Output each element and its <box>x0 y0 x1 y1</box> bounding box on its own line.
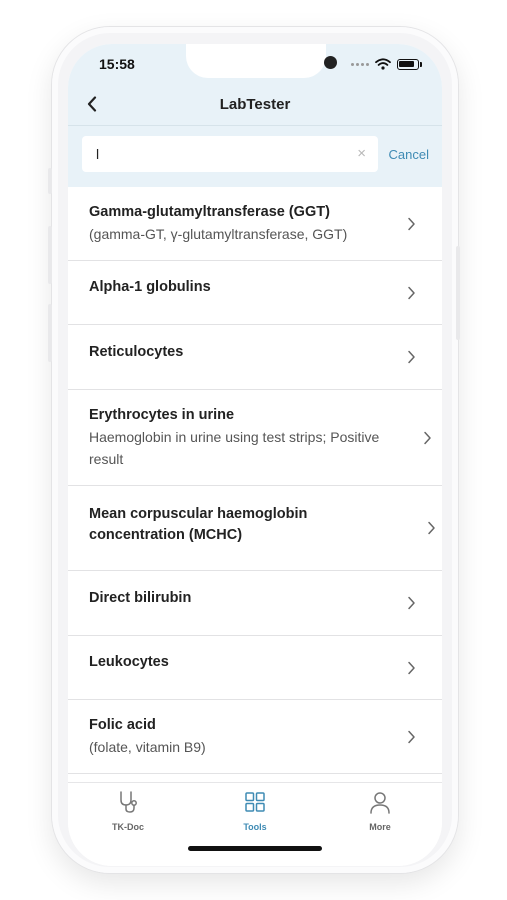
list-item[interactable]: Reticulocytes <box>68 325 442 390</box>
list-item-title: Gamma-glutamyltransferase (GGT) <box>89 204 330 220</box>
list-item[interactable]: Alpha-1 globulins <box>68 261 442 325</box>
list-item-title: Direct bilirubin <box>89 589 192 606</box>
list-item-title: Reticulocytes <box>89 343 184 360</box>
list-item-title: Alpha-1 globulins <box>89 279 211 295</box>
chevron-right-icon <box>408 730 415 743</box>
list-item-subtitle: (gamma-GT, γ-glutamyltransferase, GGT) <box>89 226 348 242</box>
list-item-title: Erythrocytes in urine <box>89 407 235 423</box>
list-item[interactable]: Erythrocytes in urine Haemoglobin in uri… <box>68 390 442 486</box>
search-input[interactable] <box>96 146 336 162</box>
tab-label: More <box>369 822 391 832</box>
chevron-right-icon <box>408 350 415 364</box>
volume-down-button <box>48 304 52 362</box>
page-title: LabTester <box>219 96 291 113</box>
results-list: Gamma-glutamyltransferase (GGT) (gamma-G… <box>68 187 442 774</box>
stethoscope-icon <box>120 791 137 813</box>
list-item[interactable]: Folic acid (folate, vitamin B9) <box>68 700 442 774</box>
tab-tools[interactable]: Tools <box>215 789 295 832</box>
search-bar: × Cancel <box>68 125 442 187</box>
wifi-icon <box>375 58 391 70</box>
dynamic-island <box>186 44 337 78</box>
side-button <box>48 168 52 194</box>
list-item-title: Folic acid <box>89 717 156 733</box>
chevron-right-icon <box>408 596 415 610</box>
battery-icon <box>397 58 419 70</box>
list-item[interactable]: Mean corpuscular haemoglobin concentrati… <box>68 486 442 571</box>
status-icons <box>351 58 422 70</box>
tab-label: TK-Doc <box>112 822 144 832</box>
header: 15:58 LabTester × Cancel <box>68 44 442 187</box>
list-item-title: Leukocytes <box>89 654 169 670</box>
camera-icon <box>324 56 337 69</box>
power-button <box>456 246 460 340</box>
clear-icon[interactable]: × <box>357 145 366 162</box>
search-field[interactable]: × <box>82 136 378 172</box>
tab-tk-doc[interactable]: TK-Doc <box>88 789 168 832</box>
chevron-right-icon <box>408 661 415 674</box>
list-item-subtitle: Haemoglobin in urine using test strips; … <box>89 429 380 467</box>
tab-more[interactable]: More <box>340 789 420 832</box>
tab-bar: TK-Doc Tools More <box>68 782 442 866</box>
list-item[interactable]: Gamma-glutamyltransferase (GGT) (gamma-G… <box>68 187 442 261</box>
person-icon <box>370 792 390 814</box>
list-item[interactable]: Direct bilirubin <box>68 571 442 636</box>
list-item[interactable]: Leukocytes <box>68 636 442 700</box>
status-time: 15:58 <box>99 56 135 72</box>
tab-label: Tools <box>243 822 267 832</box>
app-screen: 15:58 LabTester × Cancel <box>68 44 442 866</box>
list-item-title: Mean corpuscular haemoglobin concentrati… <box>89 506 308 543</box>
home-indicator <box>188 846 322 851</box>
chevron-right-icon <box>408 286 415 299</box>
signal-icon <box>351 62 369 66</box>
chevron-right-icon <box>428 521 435 535</box>
volume-up-button <box>48 226 52 284</box>
chevron-right-icon <box>424 431 431 444</box>
list-item-subtitle: (folate, vitamin B9) <box>89 739 206 755</box>
cancel-button[interactable]: Cancel <box>389 147 429 162</box>
grid-icon <box>245 792 265 812</box>
chevron-right-icon <box>408 217 415 230</box>
